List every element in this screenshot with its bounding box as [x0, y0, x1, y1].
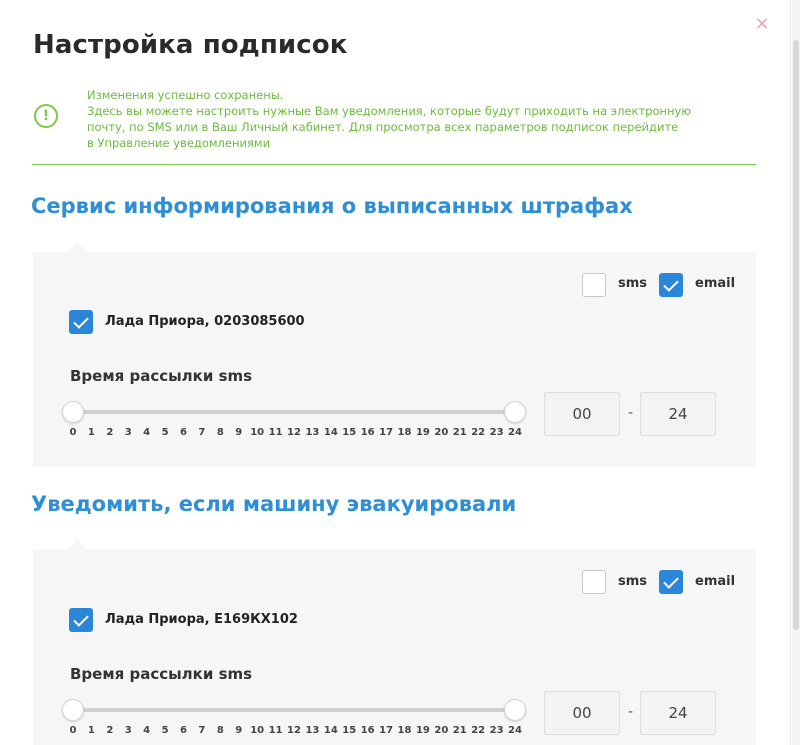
slider-tick-label: 1 — [87, 427, 95, 438]
slider-tick-label: 2 — [106, 427, 114, 438]
sms-label: sms — [618, 574, 648, 589]
slider-tick-label: 14 — [323, 427, 338, 438]
slider-tick-label: 22 — [471, 725, 486, 736]
slider-tick-label: 2 — [106, 725, 114, 736]
slider-tick-label: 8 — [216, 725, 224, 736]
notice-link[interactable]: в Управление уведомлениями — [87, 135, 747, 151]
time-to-input[interactable]: 24 — [640, 392, 716, 436]
time-range-slider[interactable] — [73, 410, 515, 414]
sms-checkbox[interactable] — [582, 273, 606, 297]
slider-tick-label: 19 — [415, 427, 430, 438]
slider-tick-label: 6 — [180, 725, 187, 736]
slider-tick-label: 19 — [415, 725, 430, 736]
slider-tick-labels: 0 1 2 3 4 5 6 7 8 9 10 11 12 13 14 15 16 17 18 19 20 21 22 23 24 — [69, 427, 522, 441]
slider-tick-label: 1 — [87, 725, 95, 736]
slider-tick-label: 20 — [434, 427, 449, 438]
email-label: email — [695, 276, 736, 291]
slider-tick-label: 16 — [360, 427, 375, 438]
slider-tick-label: 21 — [452, 725, 467, 736]
panel-notch — [67, 242, 87, 252]
slider-tick-label: 3 — [124, 725, 132, 736]
slider-tick-label: 12 — [287, 725, 301, 736]
page-title: Настройка подписок — [33, 30, 348, 60]
notice-line: Изменения успешно сохранены. — [87, 88, 284, 102]
slider-tick-label: 18 — [397, 427, 412, 438]
slider-tick-label: 11 — [268, 427, 283, 438]
time-range-slider[interactable] — [73, 708, 515, 712]
notice-text: Изменения успешно сохранены. Здесь вы мо… — [87, 87, 747, 151]
time-from-input[interactable]: 00 — [544, 392, 620, 436]
slider-tick-label: 15 — [342, 427, 357, 438]
slider-tick-label: 3 — [124, 427, 132, 438]
slider-tick-label: 9 — [235, 427, 243, 438]
slider-tick-label: 0 — [69, 725, 77, 736]
slider-tick-label: 23 — [489, 725, 504, 736]
slider-tick-label: 9 — [235, 725, 243, 736]
car-checkbox[interactable] — [69, 310, 93, 334]
email-checkbox[interactable] — [659, 570, 683, 594]
section-title-fines: Сервис информирования о выписанных штраф… — [31, 194, 633, 218]
notice-line: Здесь вы можете настроить нужные Вам уве… — [87, 104, 692, 118]
slider-tick-label: 5 — [161, 427, 169, 438]
slider-tick-label: 21 — [452, 427, 467, 438]
section-title-evacuation: Уведомить, если машину эвакуировали — [31, 492, 517, 516]
time-range-dash: - — [628, 704, 634, 720]
sms-label: sms — [618, 276, 648, 291]
panel-notch — [67, 540, 87, 550]
slider-tick-label: 14 — [323, 725, 338, 736]
slider-tick-label: 18 — [397, 725, 412, 736]
slider-tick-label: 12 — [287, 427, 301, 438]
email-checkbox[interactable] — [659, 273, 683, 297]
slider-tick-label: 10 — [250, 725, 265, 736]
fines-panel: sms email Лада Приора, 0203085600 Время … — [33, 242, 756, 467]
slider-tick-label: 0 — [69, 427, 77, 438]
scrollbar-thumb[interactable] — [793, 40, 799, 630]
slider-tick-label: 8 — [216, 427, 224, 438]
subscription-settings-modal: × Настройка подписок ! Изменения успешно… — [0, 0, 791, 745]
slider-tick-label: 4 — [143, 725, 151, 736]
slider-start-handle[interactable] — [62, 401, 84, 423]
email-label: email — [695, 574, 736, 589]
time-range-dash: - — [628, 405, 634, 421]
slider-tick-label: 4 — [143, 427, 151, 438]
slider-tick-label: 7 — [198, 725, 206, 736]
slider-end-handle[interactable] — [504, 699, 526, 721]
slider-tick-label: 6 — [180, 427, 187, 438]
car-label: Лада Приора, Е169КХ102 — [105, 612, 298, 627]
close-icon[interactable]: × — [754, 15, 770, 33]
slider-tick-label: 17 — [379, 427, 394, 438]
slider-tick-labels: 0 1 2 3 4 5 6 7 8 9 10 11 12 13 14 15 16 17 18 19 20 21 22 23 24 — [69, 725, 522, 739]
sms-time-label: Время рассылки sms — [70, 665, 253, 683]
evacuation-panel: sms email Лада Приора, Е169КХ102 Время р… — [33, 540, 756, 745]
slider-end-handle[interactable] — [504, 401, 526, 423]
slider-tick-label: 10 — [250, 427, 265, 438]
car-checkbox[interactable] — [69, 608, 93, 632]
sms-checkbox[interactable] — [582, 570, 606, 594]
slider-tick-label: 17 — [379, 725, 394, 736]
slider-tick-label: 24 — [508, 427, 522, 438]
slider-tick-label: 13 — [305, 725, 320, 736]
scrollbar[interactable] — [792, 0, 800, 745]
slider-tick-label: 7 — [198, 427, 206, 438]
slider-tick-label: 20 — [434, 725, 449, 736]
slider-tick-label: 22 — [471, 427, 486, 438]
car-label: Лада Приора, 0203085600 — [105, 314, 305, 329]
time-from-input[interactable]: 00 — [544, 691, 620, 735]
slider-tick-label: 11 — [268, 725, 283, 736]
exclamation-circle-icon: ! — [34, 104, 58, 128]
success-notice: ! Изменения успешно сохранены. Здесь вы … — [32, 87, 756, 165]
slider-tick-label: 24 — [508, 725, 522, 736]
slider-tick-label: 5 — [161, 725, 169, 736]
slider-tick-label: 13 — [305, 427, 320, 438]
notice-line: почту, по SMS или в Ваш Личный кабинет. … — [87, 120, 679, 134]
slider-tick-label: 15 — [342, 725, 357, 736]
sms-time-label: Время рассылки sms — [70, 367, 253, 385]
slider-start-handle[interactable] — [62, 699, 84, 721]
time-to-input[interactable]: 24 — [640, 691, 716, 735]
slider-tick-label: 16 — [360, 725, 375, 736]
slider-tick-label: 23 — [489, 427, 504, 438]
